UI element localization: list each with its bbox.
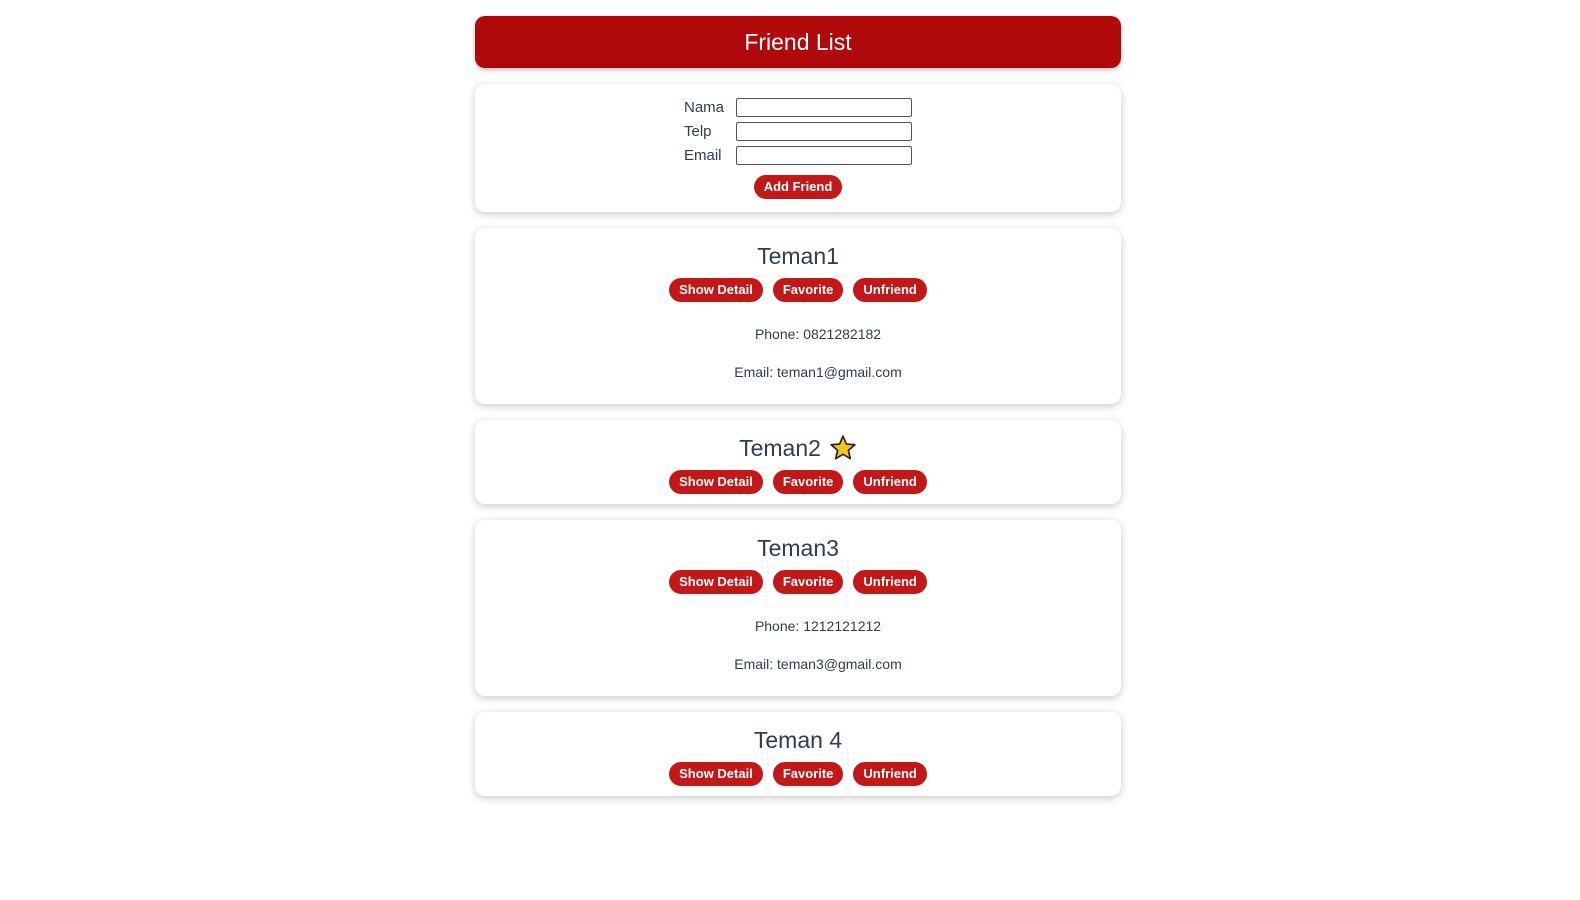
friend-phone: Phone: 1212121212 bbox=[754, 618, 882, 634]
page-header: Friend List bbox=[475, 16, 1121, 68]
friend-email: Email: teman1@gmail.com bbox=[734, 364, 902, 380]
star-icon bbox=[829, 434, 857, 462]
email-row: Email bbox=[475, 143, 1121, 167]
email-label: Email bbox=[684, 146, 722, 164]
phone-label: Telp bbox=[684, 122, 712, 140]
friend-name: Teman2 bbox=[739, 435, 821, 461]
friend-email: Email: teman3@gmail.com bbox=[734, 656, 902, 672]
friend-actions: Show Detail Favorite Unfriend bbox=[475, 278, 1121, 302]
unfriend-button[interactable]: Unfriend bbox=[853, 762, 927, 786]
friend-name-row: Teman2 bbox=[475, 432, 1121, 464]
friend-name-row: Teman 4 bbox=[475, 724, 1121, 756]
name-label: Nama bbox=[684, 98, 725, 116]
friend-actions: Show Detail Favorite Unfriend bbox=[475, 570, 1121, 594]
favorite-button[interactable]: Favorite bbox=[772, 470, 844, 494]
friend-detail: Phone: 1212121212 Email: teman3@gmail.co… bbox=[475, 618, 1121, 672]
friend-phone: Phone: 0821282182 bbox=[754, 326, 882, 342]
page-title: Friend List bbox=[744, 28, 852, 55]
unfriend-button[interactable]: Unfriend bbox=[853, 278, 927, 302]
friend-name: Teman3 bbox=[757, 535, 839, 561]
phone-input[interactable] bbox=[736, 121, 912, 141]
phone-row: Telp bbox=[475, 119, 1121, 143]
show-detail-button[interactable]: Show Detail bbox=[669, 278, 763, 302]
favorite-button[interactable]: Favorite bbox=[772, 570, 844, 594]
friend-name-row: Teman1 bbox=[475, 240, 1121, 272]
email-input[interactable] bbox=[736, 145, 912, 165]
name-input[interactable] bbox=[736, 97, 912, 117]
friend-name: Teman1 bbox=[757, 243, 839, 269]
unfriend-button[interactable]: Unfriend bbox=[853, 470, 927, 494]
unfriend-button[interactable]: Unfriend bbox=[853, 570, 927, 594]
friend-card: Teman1 Show Detail Favorite Unfriend Pho… bbox=[475, 228, 1121, 404]
show-detail-button[interactable]: Show Detail bbox=[669, 762, 763, 786]
add-friend-form: Nama Telp Email Add Friend bbox=[475, 84, 1121, 212]
friend-card: Teman2 Show Detail Favorite Unfriend bbox=[475, 420, 1121, 504]
friend-name-row: Teman3 bbox=[475, 532, 1121, 564]
friend-actions: Show Detail Favorite Unfriend bbox=[475, 762, 1121, 786]
favorite-button[interactable]: Favorite bbox=[772, 762, 844, 786]
friend-card: Teman 4 Show Detail Favorite Unfriend bbox=[475, 712, 1121, 796]
friend-actions: Show Detail Favorite Unfriend bbox=[475, 470, 1121, 494]
friend-list-app: Friend List Nama Telp Email Add Friend T… bbox=[475, 16, 1121, 812]
friend-card: Teman3 Show Detail Favorite Unfriend Pho… bbox=[475, 520, 1121, 696]
name-row: Nama bbox=[475, 95, 1121, 119]
add-friend-button[interactable]: Add Friend bbox=[753, 175, 843, 199]
friend-detail: Phone: 0821282182 Email: teman1@gmail.co… bbox=[475, 326, 1121, 380]
friend-name: Teman 4 bbox=[753, 727, 843, 753]
show-detail-button[interactable]: Show Detail bbox=[669, 570, 763, 594]
show-detail-button[interactable]: Show Detail bbox=[669, 470, 763, 494]
favorite-button[interactable]: Favorite bbox=[772, 278, 844, 302]
